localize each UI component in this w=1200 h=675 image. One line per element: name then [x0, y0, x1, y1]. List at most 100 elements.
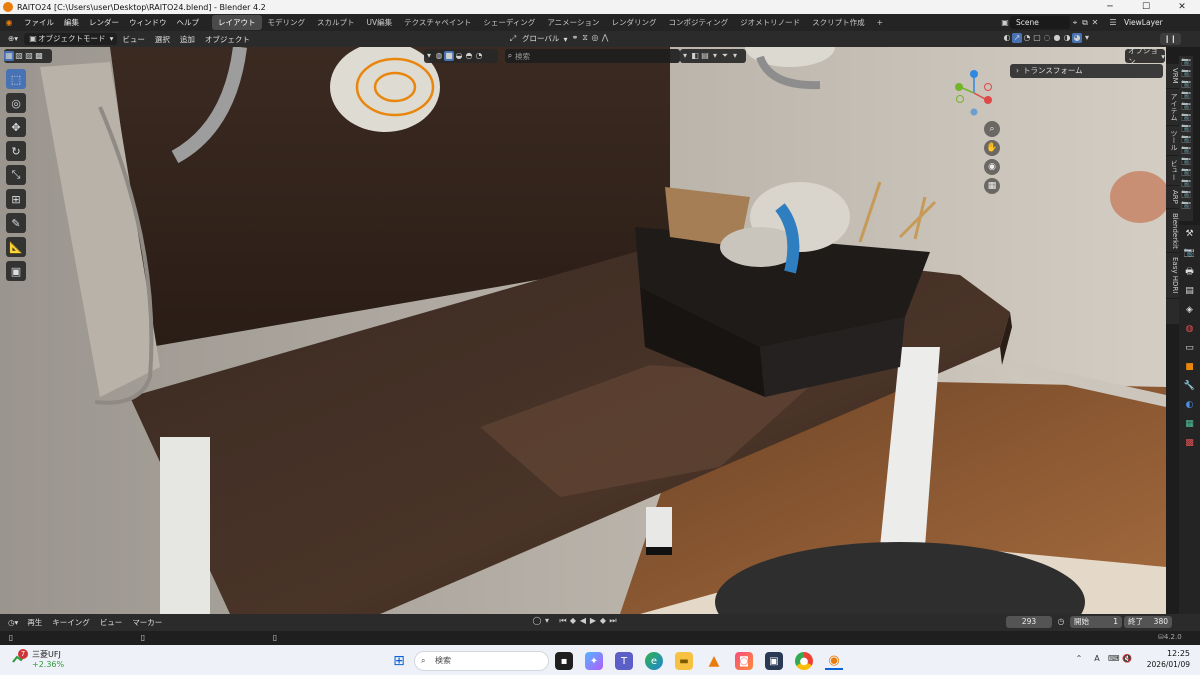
tab-animation[interactable]: アニメーション	[541, 15, 605, 30]
render-props-icon[interactable]: 📷	[1179, 244, 1200, 263]
npanel-tab-tool[interactable]: ツール	[1166, 126, 1179, 156]
filter-light-icon[interactable]: ◒	[454, 51, 464, 61]
ime-indicator[interactable]: A	[1092, 654, 1102, 664]
next-keyframe-icon[interactable]: ◆	[598, 616, 608, 626]
rotate-tool-icon[interactable]: ↻	[6, 141, 26, 161]
camera-toggle-icon[interactable]: 📷	[1179, 155, 1193, 166]
stock-name[interactable]: 三菱UFJ	[32, 649, 61, 660]
chevron-down-icon[interactable]: ▾	[680, 51, 690, 61]
tab-shading[interactable]: シェーディング	[477, 15, 541, 30]
windows-start-icon[interactable]: ⊞	[390, 652, 408, 670]
prev-keyframe-icon[interactable]: ◆	[568, 616, 578, 626]
jump-end-icon[interactable]: ⏭	[608, 616, 618, 626]
timeline-track[interactable]: ▯ ▯ ▯ ⛁ 4.2.0	[0, 631, 1200, 645]
maximize-button[interactable]: ☐	[1128, 0, 1164, 14]
snap-icon[interactable]: ⧖	[580, 33, 590, 43]
camera-toggle-icon[interactable]: 📷	[1179, 188, 1193, 199]
menu-add[interactable]: 追加	[175, 31, 200, 48]
chevron-down-icon[interactable]: ▾	[730, 51, 740, 61]
menu-help[interactable]: ヘルプ	[172, 14, 205, 31]
file-explorer-icon[interactable]: ▬	[675, 652, 693, 670]
jump-start-icon[interactable]: ⏮	[558, 616, 568, 626]
mode-dropdown[interactable]: ▣ オブジェクトモード ▾	[24, 33, 118, 45]
menu-file[interactable]: ファイル	[19, 14, 59, 31]
modifier-props-icon[interactable]: 🔧	[1179, 377, 1200, 396]
filter-mesh-icon[interactable]: ■	[444, 51, 454, 61]
scale-tool-icon[interactable]: ⤡	[6, 165, 26, 185]
viewport-search-field[interactable]: ⌕ 検索	[505, 49, 680, 63]
object-props-icon[interactable]: ■	[1179, 358, 1200, 377]
viewport-filter-bar[interactable]: ▾ ◧ ▤ ▾ ⏷ ▾	[680, 49, 746, 63]
collection-props-icon[interactable]: ▭	[1179, 339, 1200, 358]
camera-toggle-icon[interactable]: 📷	[1179, 199, 1193, 210]
camera-toggle-icon[interactable]: 📷	[1179, 89, 1193, 100]
menu-view[interactable]: ビュー	[117, 31, 150, 48]
visibility-icon[interactable]: ◐	[1002, 33, 1012, 43]
scene-selector[interactable]: ▣ Scene ⌖ ⧉ ✕	[1000, 16, 1100, 29]
measure-tool-icon[interactable]: 📐	[6, 237, 26, 257]
pin-icon[interactable]: ⌖	[1070, 18, 1080, 28]
viewport-display-bar[interactable]: ▾ ◍ ■ ◒ ◓ ◔	[424, 49, 498, 63]
tab-layout[interactable]: レイアウト	[212, 15, 262, 30]
camera-toggle-icon[interactable]: 📷	[1179, 67, 1193, 78]
xray-icon[interactable]: ▢	[1032, 33, 1042, 43]
menu-window[interactable]: ウィンドウ	[124, 14, 172, 31]
gallery-icon[interactable]: ◙	[735, 652, 753, 670]
shading-wireframe-icon[interactable]: ◌	[1042, 33, 1052, 43]
tab-texture-paint[interactable]: テクスチャペイント	[398, 15, 477, 30]
menu-object[interactable]: オブジェクト	[200, 31, 255, 48]
select-box-tool-icon[interactable]: ⬚	[6, 69, 26, 89]
add-workspace-button[interactable]: +	[871, 15, 889, 30]
blender-menu-icon[interactable]: ◉	[4, 18, 14, 28]
gizmo-toggle-icon[interactable]: ↗	[1012, 33, 1022, 43]
menu-keying[interactable]: キーイング	[47, 614, 95, 631]
physics-props-icon[interactable]: ◐	[1179, 396, 1200, 415]
tab-geometry-nodes[interactable]: ジオメトリノード	[734, 15, 806, 30]
chevron-down-icon[interactable]: ▾	[542, 616, 552, 626]
npanel-transform-header[interactable]: › トランスフォーム	[1010, 64, 1163, 78]
camera-toggle-icon[interactable]: 📷	[1179, 166, 1193, 177]
npanel-tab-arp[interactable]: ARP	[1166, 186, 1179, 209]
teams-icon[interactable]: T	[615, 652, 633, 670]
task-view-icon[interactable]: ▪	[555, 652, 573, 670]
select-extend-icon[interactable]: ▧	[14, 51, 24, 61]
scene-name[interactable]: Scene	[1010, 16, 1070, 29]
start-frame-field[interactable]: 開始 1	[1070, 616, 1122, 628]
timeline-editor-icon[interactable]: ◷▾	[4, 617, 22, 629]
camera-toggle-icon[interactable]: 📷	[1179, 122, 1193, 133]
constraint-props-icon[interactable]: ▦	[1179, 415, 1200, 434]
npanel-tab-blenderkit[interactable]: Blenderkit	[1166, 209, 1179, 254]
play-reverse-icon[interactable]: ◀	[578, 616, 588, 626]
filter-icon[interactable]: ⏷	[720, 51, 730, 61]
select-subtract-icon[interactable]: ▨	[24, 51, 34, 61]
npanel-tab-view[interactable]: ビュー	[1166, 156, 1179, 186]
camera-toggle-icon[interactable]: 📷	[1179, 78, 1193, 89]
vlc-icon[interactable]: ▲	[705, 652, 723, 670]
select-invert-icon[interactable]: ▩	[34, 51, 44, 61]
shading-solid-icon[interactable]: ●	[1052, 33, 1062, 43]
add-cube-tool-icon[interactable]: ▣	[6, 261, 26, 281]
chevron-down-icon[interactable]: ▾	[1082, 33, 1092, 43]
chevron-down-icon[interactable]: ▾	[424, 51, 434, 61]
select-mode-buttons[interactable]: ▦ ▧ ▨ ▩	[4, 49, 52, 63]
blender-taskbar-icon[interactable]: ◉	[825, 652, 843, 670]
transform-orientation[interactable]: ⤢ グローバル ▾	[508, 33, 568, 45]
new-scene-icon[interactable]: ⧉	[1080, 18, 1090, 28]
menu-select[interactable]: 選択	[150, 31, 175, 48]
chevron-down-icon[interactable]: ▾	[710, 51, 720, 61]
taskbar-search-box[interactable]: ⌕ 検索	[414, 651, 549, 671]
view-layer-props-icon[interactable]: ▤	[1179, 282, 1200, 301]
falloff-icon[interactable]: ⋀	[600, 33, 610, 43]
network-icon[interactable]: ⌨	[1108, 654, 1120, 664]
proportional-edit-icon[interactable]: ◎	[590, 33, 600, 43]
menu-edit[interactable]: 編集	[59, 14, 84, 31]
camera-view-icon[interactable]: ◉	[984, 159, 1000, 175]
shading-material-icon[interactable]: ◑	[1062, 33, 1072, 43]
camera-toggle-icon[interactable]: 📷	[1179, 56, 1193, 67]
filter-empty-icon[interactable]: ◔	[474, 51, 484, 61]
npanel-tab-item[interactable]: アイテム	[1166, 89, 1179, 126]
edge-icon[interactable]: e	[645, 652, 663, 670]
viewlayer-selector[interactable]: ☰ ViewLayer	[1108, 16, 1176, 29]
chrome-icon[interactable]: ●	[795, 652, 813, 670]
move-tool-icon[interactable]: ✥	[6, 117, 26, 137]
